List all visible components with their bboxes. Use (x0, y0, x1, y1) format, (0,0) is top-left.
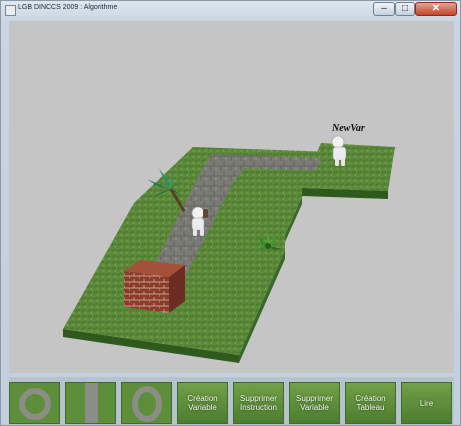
delete-variable-button[interactable]: Supprimer Variable (289, 382, 340, 424)
scene-canvas (63, 135, 395, 363)
title-bar[interactable]: LGB DINCCS 2009 : Algorithme – □ ✕ (1, 1, 460, 19)
minimize-button[interactable]: – (373, 2, 395, 16)
loop-tile-icon (132, 386, 162, 422)
variable-name-label: NewVar (332, 123, 365, 134)
delete-instruction-button[interactable]: Supprimer Instruction (233, 382, 284, 424)
brick-block-icon (124, 260, 185, 313)
close-button[interactable]: ✕ (415, 2, 457, 16)
create-array-button[interactable]: Création Tableau (345, 382, 396, 424)
app-icon (5, 5, 16, 16)
create-array-label: Création Tableau (355, 394, 385, 412)
ring-tile-icon (19, 388, 51, 420)
read-label: Lire (419, 398, 434, 408)
delete-instruction-label: Supprimer Instruction (240, 394, 277, 412)
read-button[interactable]: Lire (401, 382, 452, 424)
create-array-line-2: Tableau (356, 403, 385, 412)
create-variable-label: Création Variable (187, 394, 217, 412)
delete-instruction-line-1: Supprimer (240, 394, 277, 403)
create-variable-button[interactable]: Création Variable (177, 382, 228, 424)
3d-viewport[interactable]: NewVar (9, 21, 454, 373)
straight-path-tile-button[interactable] (65, 382, 116, 424)
window-title: LGB DINCCS 2009 : Algorithme (18, 4, 118, 11)
app-window: LGB DINCCS 2009 : Algorithme – □ ✕ NewVa… (0, 0, 461, 426)
ring-tile-button[interactable] (9, 382, 60, 424)
maximize-button[interactable]: □ (395, 2, 415, 16)
delete-variable-label: Supprimer Variable (296, 394, 333, 412)
straight-path-tile-icon (85, 383, 98, 423)
loop-tile-button[interactable] (121, 382, 172, 424)
create-array-line-1: Création (355, 394, 386, 403)
delete-variable-line-2: Variable (300, 403, 329, 412)
delete-instruction-line-2: Instruction (240, 403, 277, 412)
delete-variable-line-1: Supprimer (296, 394, 333, 403)
create-variable-line-1: Création (187, 394, 218, 403)
instruction-toolbar: Création Variable Supprimer Instruction … (9, 377, 454, 425)
create-variable-line-2: Variable (188, 403, 217, 412)
